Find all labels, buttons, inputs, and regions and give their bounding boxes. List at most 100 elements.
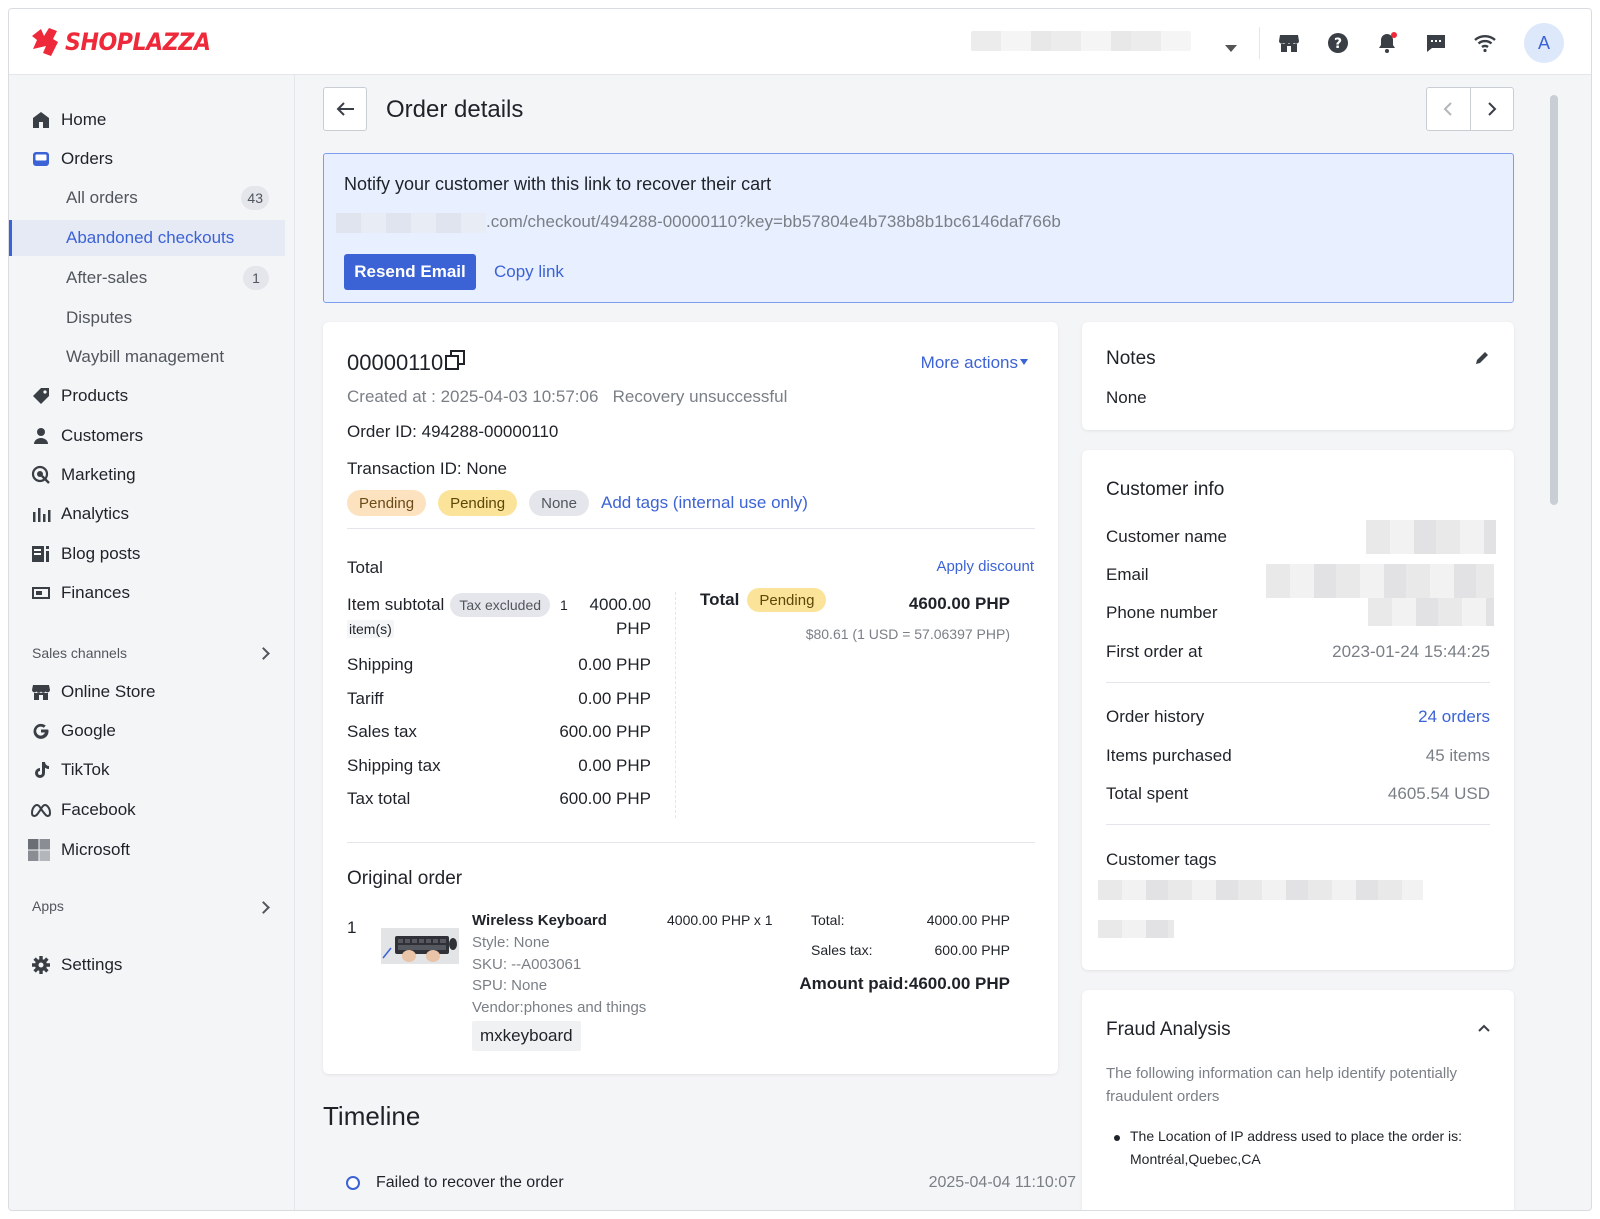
wifi-icon[interactable] (1473, 31, 1497, 55)
sidebar-item-label: All orders (66, 188, 138, 207)
product-vendor: Vendor:phones and things (472, 999, 647, 1016)
bell-icon[interactable] (1375, 31, 1399, 55)
sidebar-item-online-store[interactable]: Online Store (9, 674, 285, 710)
sidebar: Home Orders All orders 43 Abandoned chec… (9, 75, 295, 1210)
total-row-label: Shipping (347, 655, 414, 674)
sidebar-item-finances[interactable]: Finances (9, 575, 285, 611)
sidebar-item-analytics[interactable]: Analytics (9, 496, 285, 532)
store-icon[interactable] (1277, 31, 1301, 55)
avatar[interactable]: A (1524, 23, 1564, 63)
total-spent-label: Total spent (1106, 784, 1189, 803)
help-icon[interactable]: ? (1326, 31, 1350, 55)
sidebar-item-facebook[interactable]: Facebook (9, 792, 285, 828)
sidebar-item-label: Home (61, 110, 107, 129)
sidebar-item-google[interactable]: Google (9, 713, 285, 749)
sidebar-item-home[interactable]: Home (9, 102, 285, 138)
product-spu: SPU: None (472, 977, 548, 994)
sidebar-item-waybill-management[interactable]: Waybill management (9, 339, 285, 375)
apply-discount-link[interactable]: Apply discount (936, 558, 1034, 575)
previous-order-button[interactable] (1427, 88, 1471, 130)
order-number: 00000110 (347, 350, 444, 375)
orders-icon (33, 152, 49, 166)
fraud-analysis-card: Fraud Analysis The following information… (1082, 990, 1514, 1210)
divider (1106, 824, 1490, 825)
line-total-label: Total: (811, 912, 845, 928)
sidebar-item-orders[interactable]: Orders (9, 141, 285, 177)
recovery-link-text: .com/checkout/494288-00000110?key=bb5780… (486, 212, 1061, 231)
timeline-dot-icon (346, 1176, 360, 1190)
product-thumbnail[interactable] (381, 928, 459, 964)
sidebar-item-settings[interactable]: Settings (9, 947, 285, 983)
status-badge: Pending (747, 588, 827, 612)
bullet-icon (1114, 1135, 1120, 1141)
fraud-ip-text: The Location of IP address used to place… (1130, 1128, 1463, 1144)
line-total-value: 4000.00 PHP (926, 912, 1010, 928)
copy-link-button[interactable]: Copy link (494, 262, 564, 282)
chevron-right-icon[interactable] (257, 901, 270, 914)
copy-icon[interactable] (445, 350, 465, 370)
more-actions-button[interactable]: More actions (921, 353, 1018, 373)
store-selector[interactable] (971, 31, 1191, 51)
grand-total-value: 4600.00 PHP (908, 594, 1010, 613)
total-row-label: Sales tax (347, 722, 417, 741)
caret-down-icon[interactable] (1020, 359, 1028, 365)
tiktok-icon (35, 762, 49, 778)
add-tags-link[interactable]: Add tags (internal use only) (601, 493, 808, 513)
sidebar-item-marketing[interactable]: Marketing (9, 457, 285, 493)
sidebar-item-blog-posts[interactable]: Blog posts (9, 536, 285, 572)
arrow-left-icon (336, 102, 354, 116)
recovery-status: Recovery unsuccessful (612, 387, 788, 406)
first-order-value: 2023-01-24 15:44:25 (1332, 642, 1490, 661)
total-spent-value: 4605.54 USD (1387, 784, 1490, 803)
sidebar-item-after-sales[interactable]: After-sales 1 (9, 260, 285, 296)
first-order-label: First order at (1106, 642, 1203, 661)
finance-icon (32, 587, 50, 599)
brand-logo[interactable]: SHOPLAZZA (31, 27, 223, 57)
next-order-button[interactable] (1471, 88, 1514, 130)
total-row-value: 0.00 PHP (578, 756, 651, 775)
subtotal-label: Item subtotal (347, 595, 445, 614)
sidebar-item-label: Waybill management (66, 347, 225, 366)
sidebar-item-label: Finances (61, 583, 130, 602)
original-order-heading: Original order (347, 868, 463, 889)
total-row-value: 600.00 PHP (559, 789, 651, 808)
chevron-right-icon[interactable] (257, 647, 270, 660)
order-history-link[interactable]: 24 orders (1418, 707, 1490, 727)
sidebar-item-label: Google (61, 721, 116, 740)
total-row-value: 600.00 PHP (559, 722, 651, 741)
sidebar-item-label: Microsoft (61, 840, 130, 859)
count-badge: 1 (243, 266, 269, 290)
scrollbar[interactable] (1546, 75, 1562, 1210)
resend-email-button[interactable]: Resend Email (344, 254, 476, 290)
marketing-icon (31, 465, 50, 484)
timeline-heading: Timeline (323, 1101, 421, 1131)
status-badge: Pending (347, 490, 427, 516)
sidebar-item-products[interactable]: Products (9, 378, 285, 414)
price-quantity: 4000.00 PHP x 1 (667, 912, 773, 928)
section-heading-sales-channels: Sales channels (32, 645, 127, 661)
sidebar-item-tiktok[interactable]: TikTok (9, 752, 285, 788)
blog-icon (32, 546, 49, 562)
scrollbar-thumb[interactable] (1550, 95, 1558, 505)
tax-excluded-badge: Tax excluded (450, 593, 551, 617)
caret-down-icon[interactable] (1225, 45, 1237, 52)
notes-card: Notes None (1082, 322, 1514, 430)
sidebar-item-abandoned-checkouts[interactable]: Abandoned checkouts (9, 220, 285, 256)
count-badge: 43 (241, 186, 269, 210)
sidebar-item-all-orders[interactable]: All orders 43 (9, 180, 285, 216)
sidebar-item-disputes[interactable]: Disputes (9, 300, 285, 336)
recovery-link[interactable]: .com/checkout/494288-00000110?key=bb5780… (336, 212, 1061, 233)
chevron-right-icon (1488, 102, 1497, 116)
divider (347, 528, 1035, 529)
sidebar-item-microsoft[interactable]: Microsoft (9, 832, 285, 868)
timeline-event: Failed to recover the order (376, 1174, 564, 1191)
sidebar-item-label: Facebook (61, 800, 136, 819)
product-style: Style: None (472, 934, 550, 951)
sidebar-item-customers[interactable]: Customers (9, 418, 285, 454)
chat-icon[interactable] (1424, 31, 1448, 55)
pencil-icon[interactable] (1474, 350, 1490, 366)
chevron-up-icon[interactable] (1478, 1024, 1490, 1032)
back-button[interactable] (323, 87, 367, 131)
status-badge: None (529, 490, 589, 516)
product-name[interactable]: Wireless Keyboard (472, 912, 607, 929)
